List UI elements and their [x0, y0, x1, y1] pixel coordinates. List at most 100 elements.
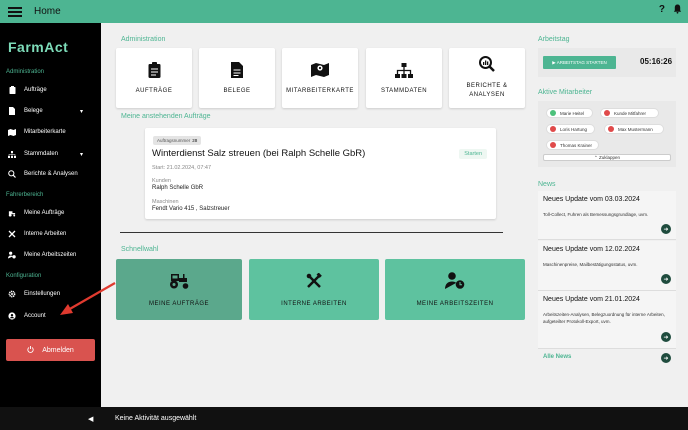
tile-label: MITARBEITERKARTE: [286, 88, 354, 94]
arrow-right-icon[interactable]: ➜: [661, 353, 671, 363]
arrow-right-icon[interactable]: ➜: [661, 224, 671, 234]
sidebar-item-auftraege[interactable]: Aufträge: [0, 82, 101, 98]
sidebar-item-einstellungen[interactable]: Einstellungen: [0, 286, 101, 302]
sidebar-item-label: Aufträge: [24, 87, 47, 93]
sidebar: FarmAct Administration Aufträge Belege ▾…: [0, 23, 101, 407]
sidebar-item-interne-arbeiten[interactable]: Interne Arbeiten: [0, 226, 101, 242]
map-icon: [311, 62, 329, 82]
user-clock-icon: [8, 251, 16, 259]
task-start-time: Start: 21.02.2024, 07:47: [152, 165, 212, 171]
tools-icon: [306, 272, 322, 293]
power-icon: [27, 345, 34, 355]
tile-label: AUFTRÄGE: [135, 88, 173, 94]
hamburger-menu-icon[interactable]: [8, 6, 22, 17]
divider: [120, 232, 503, 233]
quick-label: MEINE ARBEITSZEITEN: [416, 301, 494, 307]
tile-belege[interactable]: BELEGE: [199, 48, 275, 108]
collapse-button[interactable]: ⌃ Zuklappen: [543, 154, 671, 161]
quick-meine-auftraege[interactable]: MEINE AUFTRÄGE: [116, 259, 242, 320]
tile-label: BELEGE: [223, 88, 251, 94]
customer-value: Ralph Schelle GbR: [152, 185, 204, 191]
gear-icon: [8, 290, 16, 298]
quick-access-heading: Schnellwahl: [121, 246, 159, 253]
sitemap-icon: [395, 62, 413, 82]
quick-interne-arbeiten[interactable]: INTERNE ARBEITEN: [249, 259, 379, 320]
tile-label: BERICHTE & ANALYSEN: [466, 83, 508, 98]
quick-meine-arbeitszeiten[interactable]: MEINE ARBEITSZEITEN: [385, 259, 525, 320]
tile-mitarbeiterkarte[interactable]: MITARBEITERKARTE: [282, 48, 358, 108]
user-circle-icon: [8, 312, 16, 320]
map-icon: [8, 128, 16, 136]
chevron-down-icon: ▾: [79, 108, 83, 115]
section-administration: Administration: [6, 69, 45, 75]
sidebar-item-label: Stammdaten: [24, 151, 59, 157]
logout-label: Abmelden: [42, 346, 74, 354]
employee-chip[interactable]: Loris Hartung: [546, 124, 595, 134]
all-news-link[interactable]: Alle News: [543, 354, 571, 360]
sidebar-item-meine-auftraege[interactable]: Meine Aufträge: [0, 205, 101, 221]
workday-heading: Arbeitstag: [538, 36, 570, 43]
employee-chip[interactable]: Kunde Mitfahrer: [600, 108, 659, 118]
user-clock-icon: [445, 272, 465, 293]
section-fahrerbereich: Fahrerbereich: [6, 192, 44, 198]
sidebar-item-label: Meine Arbeitszeiten: [24, 252, 77, 258]
news-item[interactable]: Neues Update vom 12.02.2024 Maschinenpre…: [538, 241, 676, 291]
employee-chip[interactable]: Thomas Krainer: [546, 140, 599, 150]
top-bar: Home ?: [0, 0, 688, 23]
status-dot: [550, 142, 556, 148]
tools-icon: [8, 230, 16, 238]
machines-label: Maschinen: [152, 199, 179, 205]
bell-icon[interactable]: [673, 4, 682, 17]
logo: FarmAct: [8, 39, 69, 55]
employee-chip[interactable]: Max Mustermann: [604, 124, 664, 134]
news-title: Neues Update vom 03.03.2024: [543, 196, 640, 203]
news-item[interactable]: Neues Update vom 03.03.2024 Toll-Collect…: [538, 191, 676, 240]
sidebar-item-mitarbeiterkarte[interactable]: Mitarbeiterkarte: [0, 124, 101, 140]
tractor-icon: [8, 209, 16, 217]
sidebar-item-label: Meine Aufträge: [24, 210, 65, 216]
bottom-bar: ◀ Keine Aktivität ausgewählt: [0, 407, 688, 430]
tractor-icon: [168, 273, 190, 293]
help-icon[interactable]: ?: [659, 4, 665, 17]
order-number-badge: Auftragsnummer 28: [153, 136, 202, 145]
arrow-right-icon[interactable]: ➜: [661, 274, 671, 284]
task-title: Winterdienst Salz streuen (bei Ralph Sch…: [152, 148, 366, 159]
status-dot: [550, 110, 556, 116]
quick-label: INTERNE ARBEITEN: [281, 300, 347, 307]
file-icon: [231, 62, 243, 82]
status-dot: [604, 110, 610, 116]
news-item[interactable]: Neues Update vom 21.01.2024 Arbeitszeite…: [538, 291, 676, 349]
start-task-button[interactable]: Starten: [459, 149, 487, 159]
sidebar-item-belege[interactable]: Belege ▾: [0, 103, 101, 119]
workday-timer: 05:16:26: [640, 57, 673, 66]
status-dot: [550, 126, 556, 132]
collapse-sidebar-icon[interactable]: ◀: [88, 415, 93, 423]
sidebar-item-label: Belege: [24, 108, 43, 114]
news-heading: News: [538, 181, 556, 188]
news-title: Neues Update vom 12.02.2024: [543, 246, 640, 253]
sidebar-item-berichte[interactable]: Berichte & Analysen: [0, 166, 101, 182]
tile-auftraege[interactable]: AUFTRÄGE: [116, 48, 192, 108]
task-card[interactable]: Auftragsnummer 28 Winterdienst Salz streu…: [145, 128, 496, 219]
file-icon: [8, 107, 16, 115]
clipboard-icon: [8, 86, 16, 94]
logout-button[interactable]: Abmelden: [6, 339, 95, 361]
machines-value: Fendt Vario 415 , Salzstreuer: [152, 206, 230, 212]
quick-label: MEINE AUFTRÄGE: [148, 300, 209, 307]
status-dot: [608, 126, 614, 132]
tile-stammdaten[interactable]: STAMMDATEN: [366, 48, 442, 108]
sitemap-icon: [8, 150, 16, 158]
sidebar-item-label: Einstellungen: [24, 291, 61, 297]
start-workday-button[interactable]: ▶ ARBEITSTAG STARTEN: [543, 56, 616, 69]
arrow-right-icon[interactable]: ➜: [661, 332, 671, 342]
sidebar-item-meine-arbeitszeiten[interactable]: Meine Arbeitszeiten: [0, 247, 101, 263]
news-description: Arbeitszeiten-Analysen, Belegzuordnung f…: [543, 312, 665, 324]
sidebar-item-label: Account: [24, 313, 46, 319]
employee-chip[interactable]: Marie Heitel: [546, 108, 593, 118]
tile-berichte-analysen[interactable]: BERICHTE & ANALYSEN: [449, 48, 525, 108]
sidebar-item-account[interactable]: Account: [0, 308, 101, 324]
sidebar-item-stammdaten[interactable]: Stammdaten ▾: [0, 146, 101, 162]
active-employees-heading: Aktive Mitarbeiter: [538, 89, 593, 96]
administration-heading: Administration: [121, 36, 166, 43]
news-description: Maschinenpreise, Mailbestätigungsstatus,…: [543, 262, 638, 267]
